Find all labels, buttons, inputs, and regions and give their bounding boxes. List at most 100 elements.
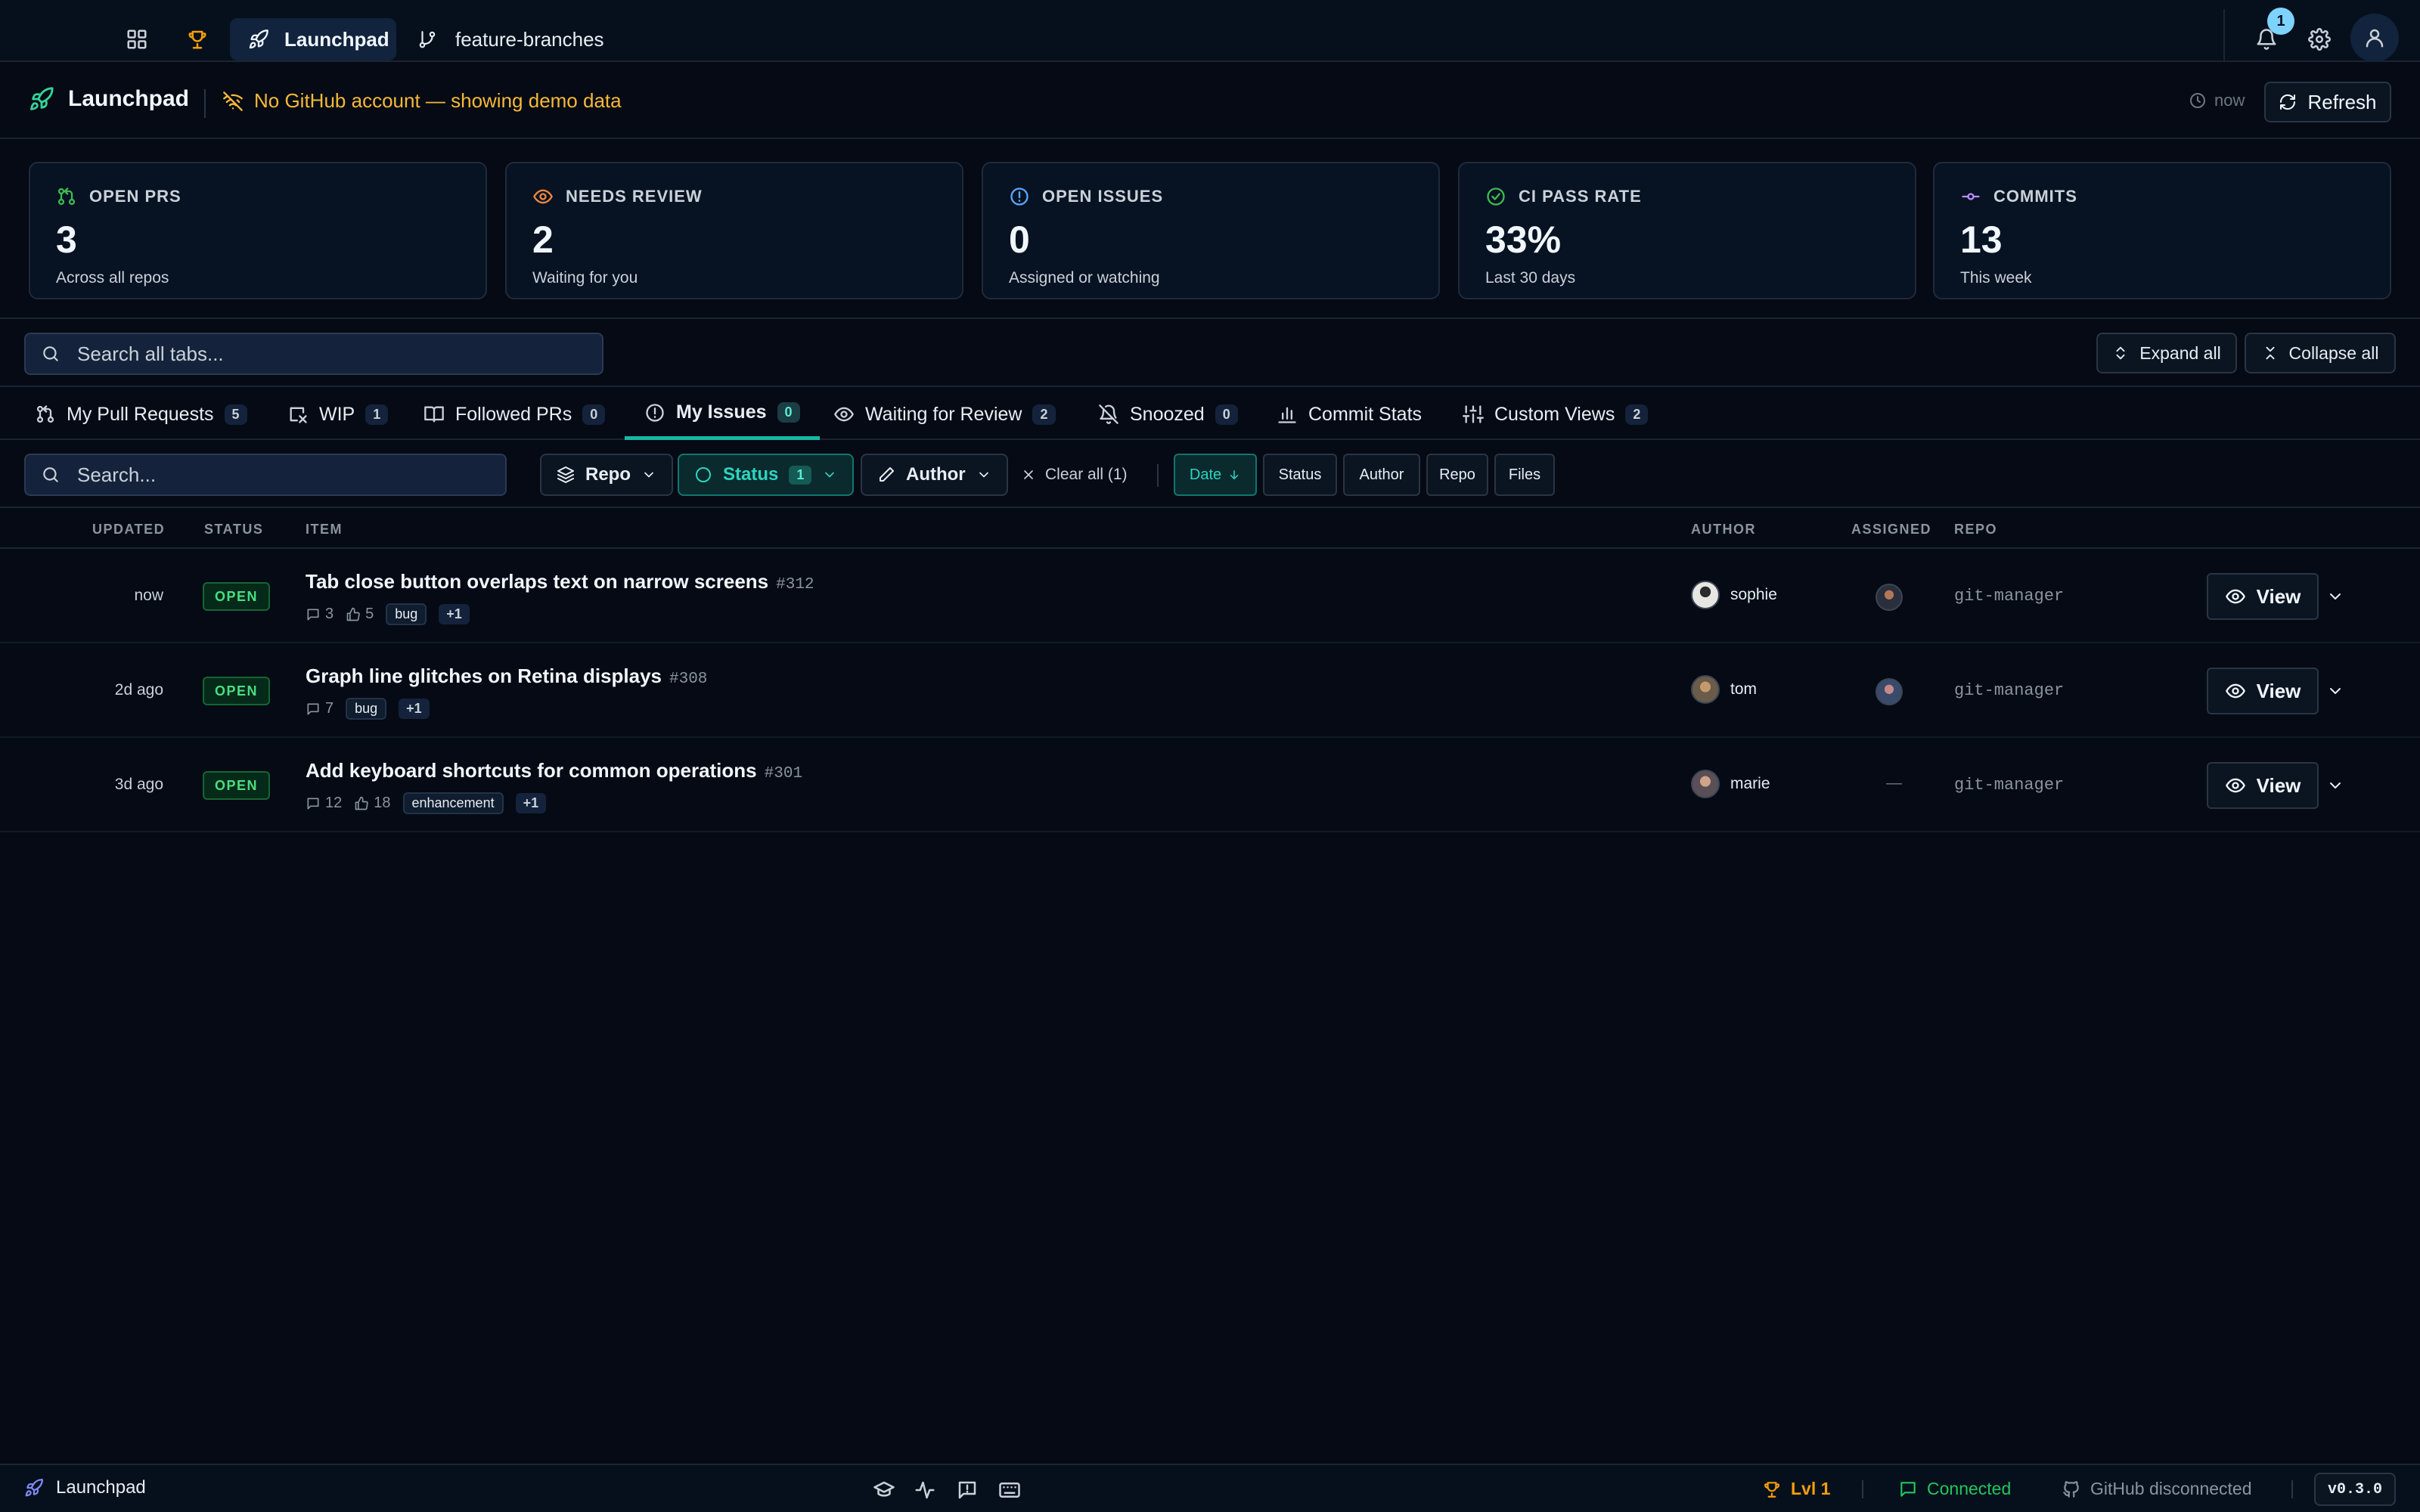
- graduation-cap-icon[interactable]: [873, 1479, 895, 1501]
- collapse-all-label: Collapse all: [2288, 342, 2379, 363]
- stat-subtitle: Across all repos: [56, 269, 169, 287]
- row-meta: 7 bug +1: [306, 698, 430, 720]
- keyboard-icon[interactable]: [998, 1479, 1021, 1501]
- github-icon: [2062, 1479, 2081, 1499]
- tab-followed-prs[interactable]: Followed PRs 0: [424, 389, 606, 440]
- workspace-tab-label: Launchpad: [284, 27, 389, 51]
- view-button[interactable]: View: [2207, 668, 2319, 714]
- stat-label-text: COMMITS: [1993, 187, 2077, 206]
- refresh-button[interactable]: Refresh: [2264, 82, 2391, 122]
- row-title[interactable]: Add keyboard shortcuts for common operat…: [306, 759, 802, 782]
- column-header-item[interactable]: ITEM: [306, 522, 343, 538]
- table-row[interactable]: now OPEN Tab close button overlaps text …: [0, 549, 2420, 643]
- expand-row-button[interactable]: [2320, 762, 2350, 809]
- stat-card-commits[interactable]: COMMITS 13 This week: [1933, 162, 2391, 299]
- list-search-box[interactable]: [24, 454, 507, 496]
- issue-title[interactable]: Graph line glitches on Retina displays: [306, 665, 662, 688]
- comment-count: 12: [306, 795, 342, 812]
- clear-all-filters-button[interactable]: Clear all (1): [1021, 454, 1128, 496]
- stat-subtitle: This week: [1960, 269, 2032, 287]
- issue-title[interactable]: Add keyboard shortcuts for common operat…: [306, 759, 757, 782]
- author-filter-dropdown[interactable]: Author: [861, 454, 1008, 496]
- tab-commit-stats[interactable]: Commit Stats: [1277, 389, 1422, 440]
- more-labels-chip[interactable]: +1: [439, 604, 470, 624]
- clear-all-label: Clear all (1): [1045, 466, 1128, 483]
- expand-all-label: Expand all: [2139, 342, 2221, 363]
- thumbs-up-icon: [346, 607, 361, 622]
- row-title[interactable]: Graph line glitches on Retina displays #…: [306, 665, 707, 688]
- column-header-assigned[interactable]: ASSIGNED: [1851, 522, 1931, 538]
- sort-status-button[interactable]: Status: [1263, 454, 1337, 496]
- stat-value: 0: [1009, 218, 1030, 261]
- table-row[interactable]: 2d ago OPEN Graph line glitches on Retin…: [0, 643, 2420, 738]
- view-button[interactable]: View: [2207, 762, 2319, 809]
- stat-card-needs-review[interactable]: NEEDS REVIEW 2 Waiting for you: [505, 162, 963, 299]
- stat-card-open-issues[interactable]: OPEN ISSUES 0 Assigned or watching: [982, 162, 1440, 299]
- demo-data-warning: No GitHub account — showing demo data: [222, 89, 622, 113]
- issue-title[interactable]: Tab close button overlaps text on narrow…: [306, 570, 768, 593]
- column-header-updated[interactable]: UPDATED: [92, 522, 165, 538]
- git-pull-request-icon: [35, 404, 56, 425]
- row-author: sophie: [1691, 581, 1777, 609]
- eye-icon: [2225, 680, 2246, 702]
- table-row[interactable]: 3d ago OPEN Add keyboard shortcuts for c…: [0, 738, 2420, 832]
- github-status[interactable]: GitHub disconnected: [2062, 1479, 2252, 1499]
- status-filter-count: 1: [789, 465, 812, 485]
- activity-icon[interactable]: [914, 1479, 936, 1501]
- more-labels-chip[interactable]: +1: [515, 793, 547, 813]
- label-chip[interactable]: bug: [386, 603, 427, 625]
- stat-card-ci-pass-rate[interactable]: CI PASS RATE 33% Last 30 days: [1458, 162, 1916, 299]
- expand-row-button[interactable]: [2320, 668, 2350, 714]
- sort-label: Date: [1189, 466, 1222, 483]
- label-chip[interactable]: bug: [346, 698, 387, 720]
- tab-waiting-for-review[interactable]: Waiting for Review 2: [833, 389, 1056, 440]
- avatar: [1876, 584, 1903, 611]
- comment-icon: [306, 796, 321, 811]
- feedback-icon[interactable]: [956, 1479, 979, 1501]
- expand-row-button[interactable]: [2320, 573, 2350, 620]
- footer-brand-label: Launchpad: [56, 1477, 146, 1498]
- tab-my-pull-requests[interactable]: My Pull Requests 5: [35, 389, 247, 440]
- global-search-box[interactable]: [24, 333, 603, 375]
- connection-label: Connected: [1927, 1479, 2012, 1498]
- clock-icon: [2189, 91, 2207, 110]
- status-filter-dropdown[interactable]: Status 1: [678, 454, 855, 496]
- more-labels-chip[interactable]: +1: [399, 699, 430, 719]
- expand-all-button[interactable]: Expand all: [2096, 333, 2237, 373]
- sort-date-button[interactable]: Date: [1174, 454, 1257, 496]
- git-branch-icon: [417, 29, 437, 49]
- tab-snoozed[interactable]: Snoozed 0: [1098, 389, 1238, 440]
- row-title[interactable]: Tab close button overlaps text on narrow…: [306, 570, 814, 593]
- sort-files-button[interactable]: Files: [1494, 454, 1555, 496]
- level-indicator[interactable]: Lvl 1: [1762, 1479, 1830, 1499]
- label-chip[interactable]: enhancement: [402, 792, 504, 814]
- workspace-tab-launchpad[interactable]: Launchpad: [230, 18, 396, 60]
- stat-value: 3: [56, 218, 77, 261]
- workspace-tab-feature-branches[interactable]: feature-branches: [417, 18, 614, 60]
- column-header-status[interactable]: STATUS: [204, 522, 263, 538]
- column-header-repo[interactable]: REPO: [1954, 522, 1997, 538]
- view-button[interactable]: View: [2207, 573, 2319, 620]
- global-search-input[interactable]: [77, 342, 591, 366]
- stat-subtitle: Last 30 days: [1485, 269, 1576, 287]
- dashboard-grid-icon[interactable]: [118, 20, 156, 58]
- stat-card-open-prs[interactable]: OPEN PRS 3 Across all repos: [29, 162, 487, 299]
- collapse-all-button[interactable]: Collapse all: [2245, 333, 2396, 373]
- stat-label-text: CI PASS RATE: [1519, 187, 1642, 206]
- sort-repo-button[interactable]: Repo: [1426, 454, 1488, 496]
- tab-wip[interactable]: WIP 1: [287, 389, 389, 440]
- sort-author-button[interactable]: Author: [1343, 454, 1420, 496]
- comment-icon: [306, 702, 321, 717]
- chevrons-down-up-icon: [2262, 345, 2279, 361]
- repo-filter-dropdown[interactable]: Repo: [540, 454, 673, 496]
- trophy-icon[interactable]: [178, 20, 216, 58]
- rocket-icon: [24, 1478, 44, 1498]
- column-header-author[interactable]: AUTHOR: [1691, 522, 1756, 538]
- tab-custom-views[interactable]: Custom Views 2: [1463, 389, 1649, 440]
- chevron-down-icon: [2326, 587, 2344, 606]
- gear-icon[interactable]: [2301, 20, 2338, 58]
- user-avatar-button[interactable]: [2350, 14, 2399, 62]
- tab-my-issues[interactable]: My Issues 0: [625, 389, 820, 440]
- list-search-input[interactable]: [77, 463, 501, 487]
- last-updated: now: [2189, 91, 2245, 110]
